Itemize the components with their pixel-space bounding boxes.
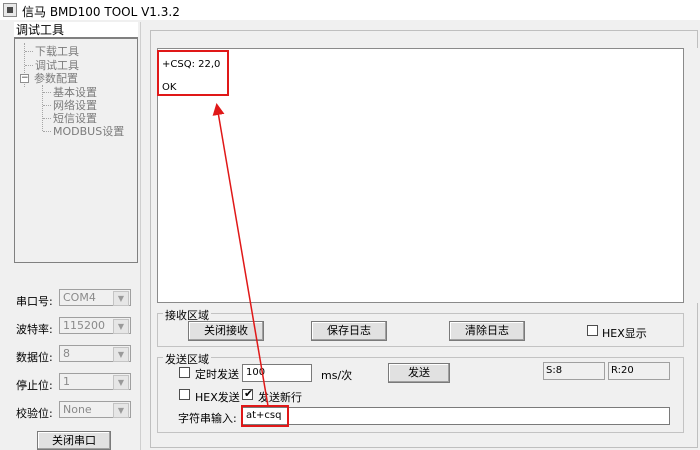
annotation-arrow [212,103,269,407]
arrow-line [212,103,269,407]
